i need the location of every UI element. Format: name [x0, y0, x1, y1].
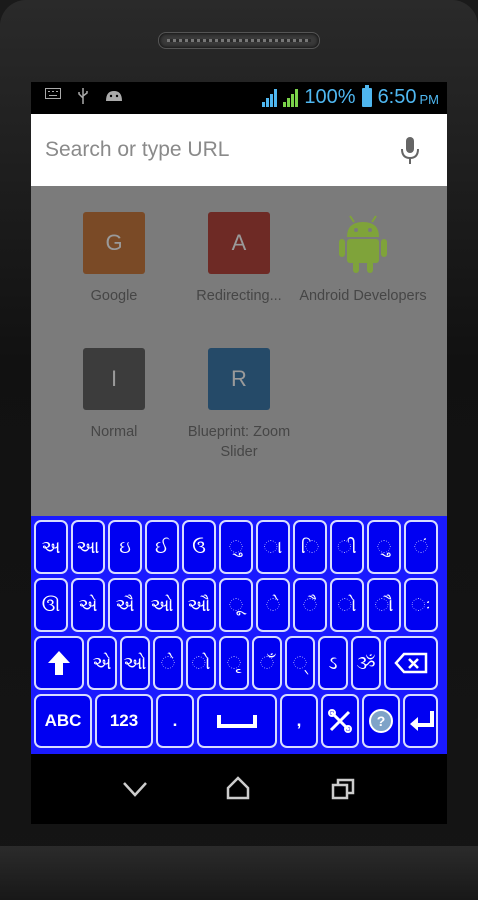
svg-text:?: ? [377, 713, 386, 729]
tile-android-developers[interactable]: Android Developers [298, 212, 428, 306]
shift-key[interactable] [34, 636, 84, 690]
tile-letter: R [208, 348, 270, 410]
tile-label: Android Developers [299, 288, 427, 304]
key[interactable]: ઓ [145, 578, 179, 632]
search-input[interactable]: Search or type URL [45, 138, 229, 162]
earpiece-speaker [158, 32, 320, 49]
key[interactable]: ો [186, 636, 216, 690]
key[interactable]: ે [153, 636, 183, 690]
key[interactable]: ૃ [219, 636, 249, 690]
keyboard-icon [45, 88, 61, 107]
key[interactable]: ઈ [145, 520, 179, 574]
key[interactable]: ઊ [34, 578, 68, 632]
recents-icon[interactable] [331, 778, 355, 800]
enter-key[interactable] [403, 694, 438, 748]
tile-redirecting[interactable]: A Redirecting... [174, 212, 304, 306]
key[interactable]: ઉ [182, 520, 216, 574]
key[interactable]: આ [71, 520, 105, 574]
key[interactable]: અ [34, 520, 68, 574]
tile-letter: I [83, 348, 145, 410]
key[interactable]: ો [330, 578, 364, 632]
key[interactable]: ઔ [182, 578, 216, 632]
help-icon: ? [369, 709, 393, 733]
android-icon [105, 88, 123, 107]
backspace-icon [394, 652, 428, 674]
abc-key[interactable]: ABC [34, 694, 92, 748]
android-robot-icon [332, 212, 394, 274]
settings-key[interactable] [321, 694, 359, 748]
tile-label: Normal [90, 424, 138, 440]
key[interactable]: ૌ [367, 578, 401, 632]
phone-frame: 100% 6:50 PM Search or type URL G Google… [0, 0, 478, 900]
clock-ampm: PM [419, 92, 440, 107]
help-key[interactable]: ? [362, 694, 400, 748]
numbers-key[interactable]: 123 [95, 694, 153, 748]
battery-percent: 100% [304, 86, 356, 108]
key[interactable]: ે [256, 578, 290, 632]
key[interactable]: ઐ [108, 578, 142, 632]
key[interactable]: ઽ [318, 636, 348, 690]
battery-icon [361, 85, 372, 107]
key[interactable]: ઃ [404, 578, 438, 632]
key[interactable]: િ [293, 520, 327, 574]
gujarati-keyboard: અ આ ઇ ઈ ઉ ુ ા િ ી ુ ં ઊ એ ઐ ઓ ઔ ૂ ે ૈ ો … [31, 516, 447, 754]
home-icon[interactable] [226, 776, 250, 800]
key[interactable]: ુ [219, 520, 253, 574]
key[interactable]: ા [256, 520, 290, 574]
tile-google[interactable]: G Google [49, 212, 179, 306]
navigation-bar [31, 754, 447, 824]
key[interactable]: ઁ [252, 636, 282, 690]
phone-chin [0, 846, 478, 900]
key[interactable]: ૐ [351, 636, 381, 690]
clock-time: 6:50 [377, 86, 417, 108]
tile-normal[interactable]: I Normal [49, 348, 179, 442]
key[interactable]: ૂ [219, 578, 253, 632]
period-key[interactable]: . [156, 694, 194, 748]
backspace-key[interactable] [384, 636, 438, 690]
back-icon[interactable] [122, 780, 148, 798]
tile-letter: G [83, 212, 145, 274]
key[interactable]: ૈ [293, 578, 327, 632]
tile-label: Redirecting... [196, 288, 282, 304]
arrow-up-icon [48, 651, 70, 675]
tile-label: Blueprint: Zoom Slider [187, 424, 291, 460]
wifi-signal-icon [262, 88, 278, 107]
usb-icon [77, 88, 89, 107]
space-key[interactable] [197, 694, 277, 748]
key[interactable]: ી [330, 520, 364, 574]
comma-key[interactable]: , [280, 694, 318, 748]
key[interactable]: ઓ [120, 636, 150, 690]
url-bar[interactable]: Search or type URL [31, 114, 447, 186]
key[interactable]: ં [404, 520, 438, 574]
key[interactable]: ુ [367, 520, 401, 574]
cell-signal-icon [283, 88, 299, 107]
tools-icon [328, 709, 352, 733]
key[interactable]: ્ [285, 636, 315, 690]
tile-letter: A [208, 212, 270, 274]
tile-label: Google [90, 288, 138, 304]
status-bar: 100% 6:50 PM [31, 82, 447, 114]
key[interactable]: ઇ [108, 520, 142, 574]
key[interactable]: એ [71, 578, 105, 632]
space-bar-icon [217, 715, 257, 728]
tile-blueprint[interactable]: R Blueprint: Zoom Slider [174, 348, 304, 462]
enter-icon [409, 711, 434, 731]
microphone-icon[interactable] [397, 136, 423, 166]
key[interactable]: એ [87, 636, 117, 690]
